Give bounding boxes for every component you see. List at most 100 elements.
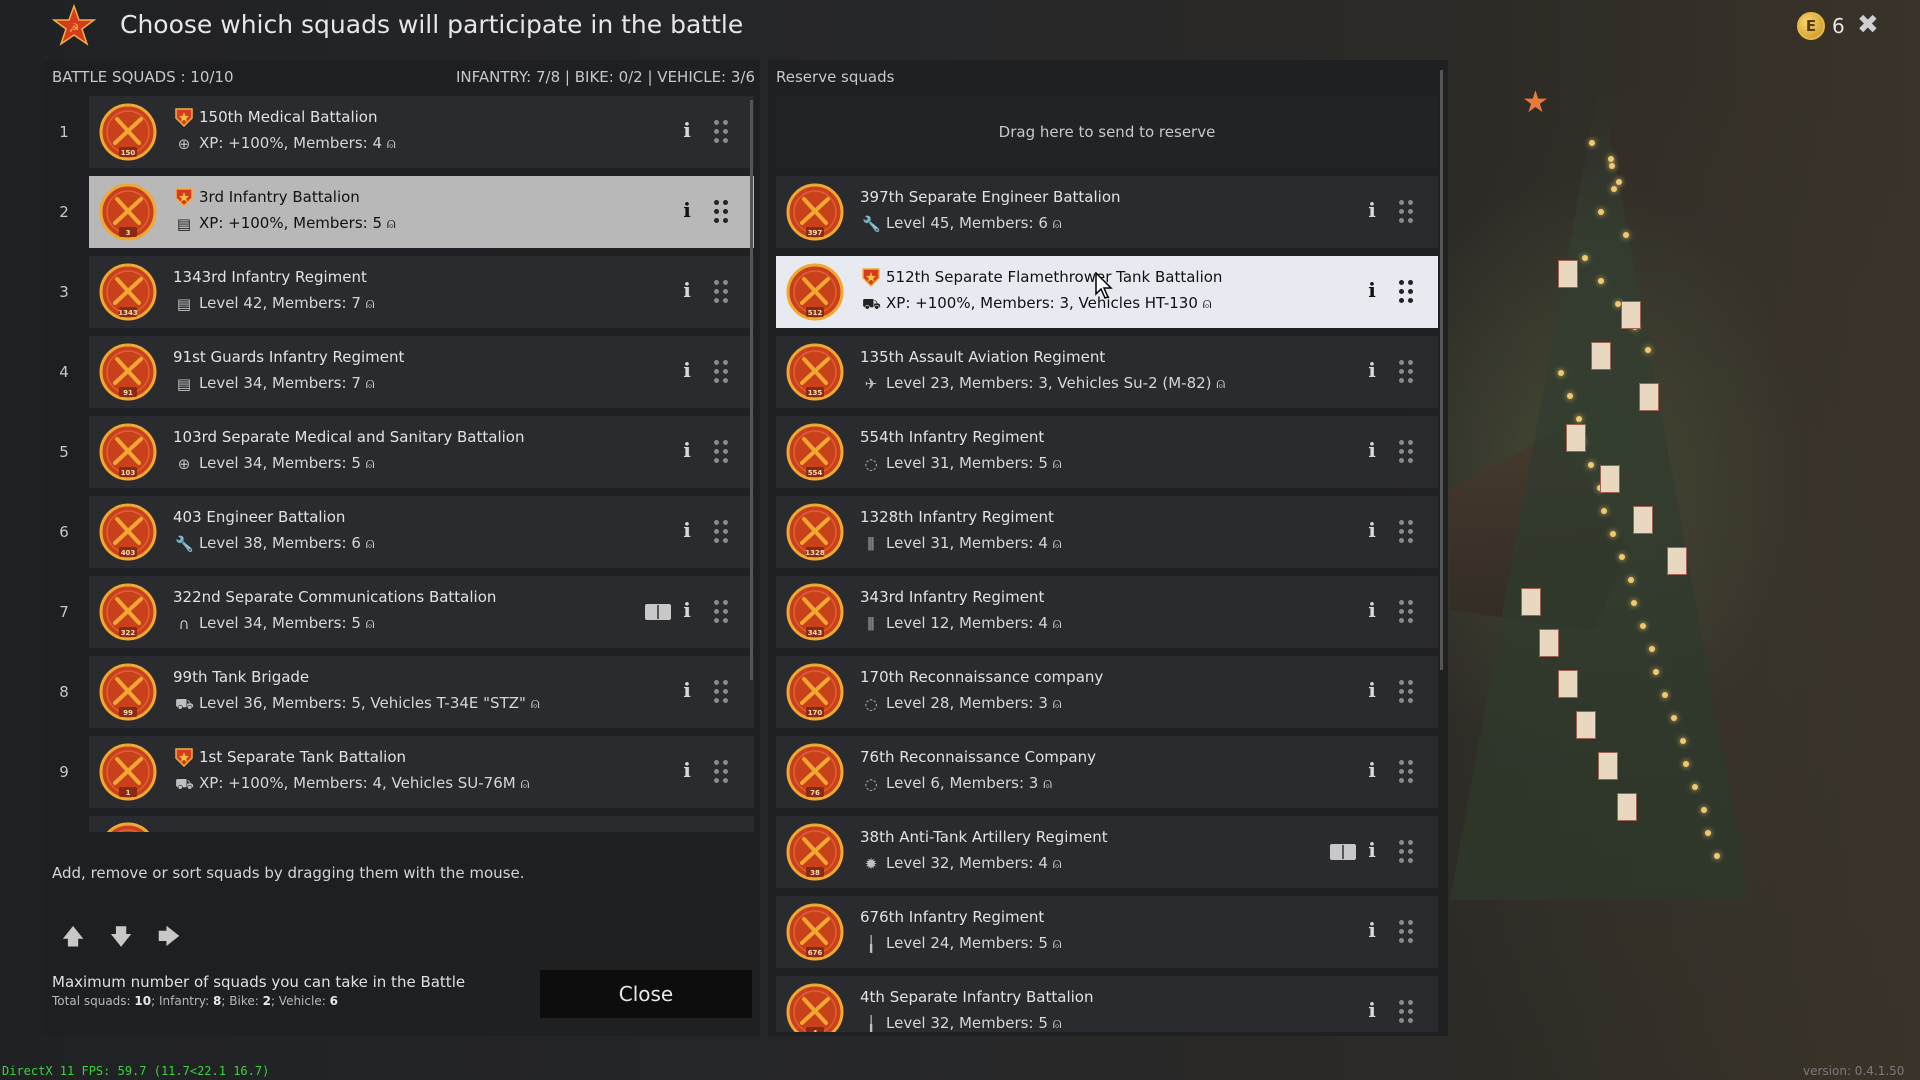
squad-card[interactable]: 4 4th Separate Infantry Battalion ╽ Level 3… (776, 976, 1438, 1032)
info-icon[interactable]: i (1364, 358, 1380, 384)
drag-handle-icon[interactable] (1396, 438, 1416, 466)
reserve-drop-zone[interactable]: Drag here to send to reserve (776, 96, 1438, 168)
reserve-squad-row[interactable]: 676 676th Infantry Regiment ╽ Level 24, Mem… (776, 896, 1438, 968)
reserve-list-scrollbar[interactable] (1440, 70, 1443, 670)
drag-handle-icon[interactable] (1396, 678, 1416, 706)
info-icon[interactable]: i (679, 198, 695, 224)
squad-card[interactable] (89, 816, 754, 832)
drag-handle-icon[interactable] (711, 598, 731, 626)
drag-handle-icon[interactable] (1396, 278, 1416, 306)
book-icon[interactable] (645, 604, 671, 620)
drag-handle-icon[interactable] (1396, 998, 1416, 1026)
battle-squad-row[interactable]: 5 103 103rd Separate Medical and Sanitary … (50, 416, 754, 488)
squad-card[interactable]: 99 99th Tank Brigade ⛟ Level 36, Members: 5… (89, 656, 754, 728)
drag-handle-icon[interactable] (711, 198, 731, 226)
info-icon[interactable]: i (1364, 918, 1380, 944)
drag-handle-icon[interactable] (711, 438, 731, 466)
squad-card[interactable]: 135 135th Assault Aviation Regiment ✈ Level… (776, 336, 1438, 408)
info-icon[interactable]: i (679, 278, 695, 304)
move-right-icon[interactable]: 🡆 (156, 920, 182, 950)
squad-card[interactable]: 403 403 Engineer Battalion 🔧 Level 38, Memb… (89, 496, 754, 568)
battle-squad-row[interactable]: 2 3 3rd Infantry Battalion ▤ XP: +100%, Memb… (50, 176, 754, 248)
close-button[interactable]: Close (540, 970, 752, 1018)
squad-emblem-icon: 512 (786, 263, 844, 321)
squad-card[interactable]: 103 103rd Separate Medical and Sanitary B… (89, 416, 754, 488)
squad-card[interactable]: 676 676th Infantry Regiment ╽ Level 24, Mem… (776, 896, 1438, 968)
info-icon[interactable]: i (679, 438, 695, 464)
tree-card-ornament (1539, 629, 1560, 657)
squad-card[interactable]: 322 322nd Separate Communications Battali… (89, 576, 754, 648)
drag-handle-icon[interactable] (1396, 598, 1416, 626)
reserve-squad-row[interactable]: 554 554th Infantry Regiment ◌ Level 31, Mem… (776, 416, 1438, 488)
info-icon[interactable]: i (679, 598, 695, 624)
drag-handle-icon[interactable] (1396, 838, 1416, 866)
slot-number: 5 (59, 443, 69, 461)
info-icon[interactable]: i (1364, 278, 1380, 304)
squad-card[interactable]: 397 397th Separate Engineer Battalion 🔧 Lev… (776, 176, 1438, 248)
reserve-squad-row[interactable]: 397 397th Separate Engineer Battalion 🔧 Lev… (776, 176, 1438, 248)
move-down-icon[interactable]: 🡇 (108, 920, 134, 950)
squad-emblem-icon: 322 (99, 583, 157, 641)
book-icon[interactable] (1330, 844, 1356, 860)
drag-handle-icon[interactable] (1396, 758, 1416, 786)
reserve-squad-row[interactable]: 135 135th Assault Aviation Regiment ✈ Level… (776, 336, 1438, 408)
info-icon[interactable]: i (679, 678, 695, 704)
squad-card[interactable]: 76 76th Reconnaissance Company ◌ Level 6, M… (776, 736, 1438, 808)
info-icon[interactable]: i (1364, 598, 1380, 624)
squad-card[interactable]: 170 170th Reconnaissance company ◌ Level 28… (776, 656, 1438, 728)
person-icon: ⍝ (1197, 294, 1212, 312)
squad-card[interactable]: 91 91st Guards Infantry Regiment ▤ Level 34… (89, 336, 754, 408)
battle-squad-row[interactable]: 9 1 1st Separate Tank Battalion ⛟ XP: +100%,… (50, 736, 754, 808)
info-icon[interactable]: i (679, 758, 695, 784)
reserve-squad-row[interactable]: 4 4th Separate Infantry Battalion ╽ Level 3… (776, 976, 1438, 1032)
battle-list-scrollbar[interactable] (750, 100, 753, 680)
drag-handle-icon[interactable] (1396, 918, 1416, 946)
battle-squad-row-partial[interactable] (50, 816, 754, 832)
squad-card[interactable]: 343 343rd Infantry Regiment ⫼ Level 12, Mem… (776, 576, 1438, 648)
squad-card[interactable]: 1328 1328th Infantry Regiment ⫼ Level 31, M… (776, 496, 1438, 568)
drag-handle-icon[interactable] (711, 358, 731, 386)
drag-handle-icon[interactable] (711, 678, 731, 706)
drag-handle-icon[interactable] (711, 278, 731, 306)
squad-card[interactable]: 1343 1343rd Infantry Regiment ▤ Level 42, M… (89, 256, 754, 328)
drag-handle-icon[interactable] (1396, 198, 1416, 226)
info-icon[interactable]: i (1364, 438, 1380, 464)
info-icon[interactable]: i (1364, 678, 1380, 704)
battle-squad-row[interactable]: 7 322 322nd Separate Communications Battal… (50, 576, 754, 648)
reserve-squad-row[interactable]: 170 170th Reconnaissance company ◌ Level 28… (776, 656, 1438, 728)
info-icon[interactable]: i (679, 118, 695, 144)
info-icon[interactable]: i (679, 358, 695, 384)
squad-card[interactable]: 38 38th Anti-Tank Artillery Regiment ✹ Leve… (776, 816, 1438, 888)
battle-squad-row[interactable]: 1 150 150th Medical Battalion ⊕ XP: +100%, M… (50, 96, 754, 168)
info-icon[interactable]: i (1364, 198, 1380, 224)
reserve-squad-row[interactable]: 76 76th Reconnaissance Company ◌ Level 6, M… (776, 736, 1438, 808)
battle-squad-row[interactable]: 3 1343 1343rd Infantry Regiment ▤ Level 42, … (50, 256, 754, 328)
person-icon: ⍝ (1047, 534, 1062, 552)
info-icon[interactable]: i (1364, 758, 1380, 784)
drag-handle-icon[interactable] (711, 118, 731, 146)
info-icon[interactable]: i (1364, 998, 1380, 1024)
person-icon: ⍝ (1047, 454, 1062, 472)
drag-handle-icon[interactable] (711, 758, 731, 786)
squad-card[interactable]: 150 150th Medical Battalion ⊕ XP: +100%, Me… (89, 96, 754, 168)
reserve-squad-row[interactable]: 1328 1328th Infantry Regiment ⫼ Level 31, M… (776, 496, 1438, 568)
svg-text:403: 403 (121, 549, 136, 557)
drag-handle-icon[interactable] (1396, 518, 1416, 546)
info-icon[interactable]: i (679, 518, 695, 544)
battle-squad-row[interactable]: 4 91 91st Guards Infantry Regiment ▤ Level 3… (50, 336, 754, 408)
squad-card[interactable]: 3 3rd Infantry Battalion ▤ XP: +100%, Membe… (89, 176, 754, 248)
squad-card[interactable]: 554 554th Infantry Regiment ◌ Level 31, Mem… (776, 416, 1438, 488)
reserve-squad-row[interactable]: 343 343rd Infantry Regiment ⫼ Level 12, Mem… (776, 576, 1438, 648)
battle-squad-row[interactable]: 6 403 403 Engineer Battalion 🔧 Level 38, Mem… (50, 496, 754, 568)
info-icon[interactable]: i (1364, 838, 1380, 864)
drag-handle-icon[interactable] (1396, 358, 1416, 386)
move-up-icon[interactable]: 🡅 (60, 920, 86, 950)
drag-handle-icon[interactable] (711, 518, 731, 546)
close-window-icon[interactable]: ✖ (1857, 10, 1879, 40)
squad-stats: Level 38, Members: 6 ⍝ (199, 534, 375, 552)
squad-card[interactable]: 1 1st Separate Tank Battalion ⛟ XP: +100%, … (89, 736, 754, 808)
info-icon[interactable]: i (1364, 518, 1380, 544)
medic-icon: ⊕ (177, 135, 191, 153)
battle-squad-row[interactable]: 8 99 99th Tank Brigade ⛟ Level 36, Members: … (50, 656, 754, 728)
reserve-squad-row[interactable]: 38 38th Anti-Tank Artillery Regiment ✹ Leve… (776, 816, 1438, 888)
